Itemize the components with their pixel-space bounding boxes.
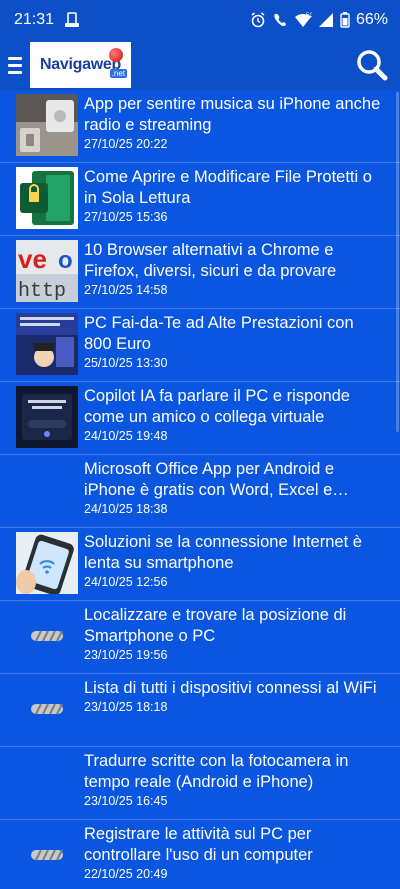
article-thumbnail-empty: [16, 751, 78, 813]
article-title: PC Fai-da-Te ad Alte Prestazioni con 800…: [84, 314, 354, 353]
article-title: Soluzioni se la connessione Internet è l…: [84, 533, 362, 572]
logo-text: Navigaweb: [40, 56, 121, 73]
article-thumbnail: [16, 313, 78, 375]
article-thumbnail-empty: [16, 459, 78, 521]
article-title: 10 Browser alternativi a Chrome e Firefo…: [84, 241, 337, 280]
list-item[interactable]: Copilot IA fa parlare il PC e risponde c…: [0, 382, 400, 455]
article-date: 24/10/25 12:56: [84, 575, 168, 589]
scrollbar[interactable]: [396, 92, 399, 432]
menu-icon[interactable]: [0, 40, 30, 90]
list-item[interactable]: Localizzare e trovare la posizione di Sm…: [0, 601, 400, 674]
list-item[interactable]: PC Fai-da-Te ad Alte Prestazioni con 800…: [0, 309, 400, 382]
article-list: App per sentire musica su iPhone anche r…: [0, 90, 400, 889]
wifi-icon: 5G: [294, 12, 312, 28]
list-item[interactable]: Microsoft Office App per Android e iPhon…: [0, 455, 400, 528]
list-item[interactable]: Come Aprire e Modificare File Protetti o…: [0, 163, 400, 236]
loading-placeholder-icon: [16, 824, 78, 886]
article-date: 27/10/25 20:22: [84, 137, 168, 151]
site-logo[interactable]: Navigaweb .net: [30, 42, 131, 88]
list-item[interactable]: Soluzioni se la connessione Internet è l…: [0, 528, 400, 601]
list-item[interactable]: App per sentire musica su iPhone anche r…: [0, 90, 400, 163]
article-date: 27/10/25 14:58: [84, 283, 168, 297]
article-title: Microsoft Office App per Android e iPhon…: [84, 460, 335, 499]
wifi-call-icon: [272, 12, 288, 28]
logo-suffix: .net: [109, 69, 127, 78]
svg-text:http: http: [18, 280, 66, 302]
article-thumbnail: [16, 532, 78, 594]
article-date: 23/10/25 18:18: [84, 700, 168, 714]
article-title: Copilot IA fa parlare il PC e risponde c…: [84, 387, 350, 426]
status-time: 21:31: [14, 11, 55, 28]
article-thumbnail: [16, 94, 78, 156]
status-bar: 21:31 5G 66%: [0, 0, 400, 40]
battery-icon: [340, 12, 350, 28]
battery-level: 66%: [355, 11, 388, 28]
loading-placeholder-icon: [16, 605, 78, 667]
list-item[interactable]: ve o http 10 Browser alternativi a Chrome …: [0, 236, 400, 309]
list-item[interactable]: Lista di tutti i dispositivi connessi al…: [0, 674, 400, 747]
article-title: Lista di tutti i dispositivi connessi al…: [84, 679, 377, 697]
signal-icon: [318, 12, 334, 28]
svg-text:o: o: [58, 247, 73, 274]
article-date: 24/10/25 18:38: [84, 502, 168, 516]
article-thumbnail: [16, 167, 78, 229]
alarm-icon: [250, 12, 266, 28]
article-date: 22/10/25 20:49: [84, 867, 168, 881]
article-date: 23/10/25 19:56: [84, 648, 168, 662]
search-icon[interactable]: [352, 42, 392, 88]
article-date: 24/10/25 19:48: [84, 429, 168, 443]
svg-text:5G: 5G: [306, 13, 312, 19]
article-title: Localizzare e trovare la posizione di Sm…: [84, 606, 347, 645]
app-bar: Navigaweb .net: [0, 40, 400, 90]
article-title: App per sentire musica su iPhone anche r…: [84, 95, 381, 134]
article-thumbnail: [16, 386, 78, 448]
article-date: 27/10/25 15:36: [84, 210, 168, 224]
list-item[interactable]: Tradurre scritte con la fotocamera in te…: [0, 747, 400, 820]
loading-placeholder-icon: [16, 678, 78, 740]
list-item[interactable]: Registrare le attività sul PC per contro…: [0, 820, 400, 889]
article-thumbnail: ve o http: [16, 240, 78, 302]
article-date: 25/10/25 13:30: [84, 356, 168, 370]
svg-text:ve: ve: [18, 244, 47, 274]
article-title: Registrare le attività sul PC per contro…: [84, 825, 313, 864]
article-date: 23/10/25 16:45: [84, 794, 168, 808]
article-title: Come Aprire e Modificare File Protetti o…: [84, 168, 372, 207]
logo-ball-icon: [109, 48, 123, 62]
notification-icon: [64, 12, 80, 28]
article-title: Tradurre scritte con la fotocamera in te…: [84, 752, 349, 791]
